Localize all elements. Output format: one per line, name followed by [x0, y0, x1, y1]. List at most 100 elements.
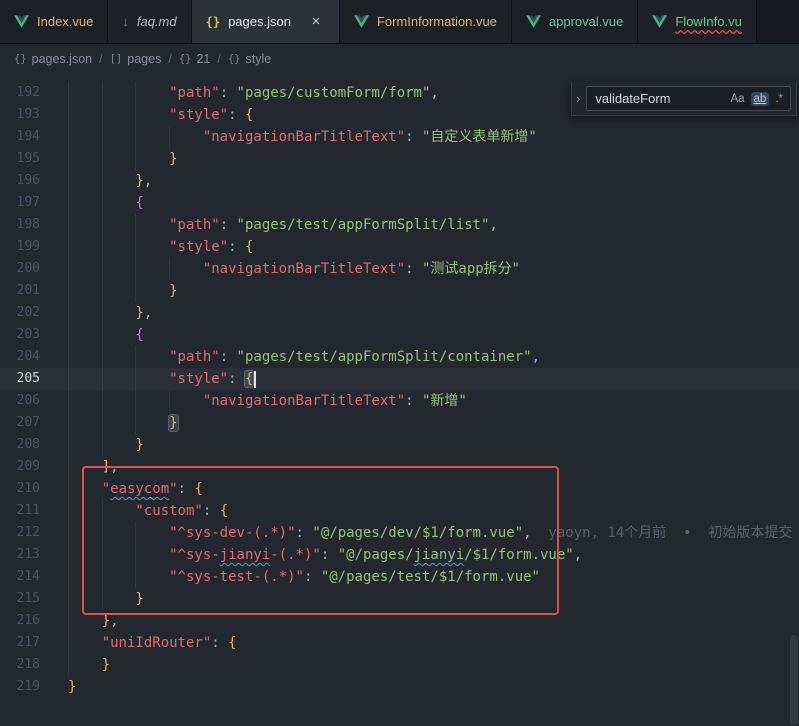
- code-line-213[interactable]: 213"^sys-jianyi-(.*)": "@/pages/jianyi/$…: [0, 544, 799, 566]
- indent-guide: [169, 390, 203, 412]
- code-token: "新增": [422, 393, 467, 409]
- line-number[interactable]: 210: [0, 478, 40, 500]
- tab-approval.vue[interactable]: approval.vue: [512, 0, 638, 43]
- find-query[interactable]: validateForm: [595, 91, 670, 106]
- line-number[interactable]: 195: [0, 148, 40, 170]
- line-number[interactable]: 194: [0, 126, 40, 148]
- code-token: :: [220, 85, 237, 101]
- code-line-212[interactable]: 212"^sys-dev-(.*)": "@/pages/dev/$1/form…: [0, 522, 799, 544]
- line-number[interactable]: 215: [0, 588, 40, 610]
- line-number[interactable]: 201: [0, 280, 40, 302]
- line-number[interactable]: 203: [0, 324, 40, 346]
- indent-guide: [135, 280, 169, 302]
- line-content: "uniIdRouter": {: [68, 632, 237, 654]
- tab-faq.md[interactable]: ↓faq.md: [108, 0, 191, 43]
- line-number[interactable]: 214: [0, 566, 40, 588]
- code-line-207[interactable]: 207}: [0, 412, 799, 434]
- code-token: ,: [489, 217, 497, 233]
- breadcrumb-separator: /: [168, 52, 171, 66]
- line-content: }: [68, 148, 178, 170]
- scrollbar-thumb[interactable]: [790, 635, 798, 726]
- code-token: ,: [523, 525, 531, 541]
- code-line-198[interactable]: 198"path": "pages/test/appFormSplit/list…: [0, 214, 799, 236]
- line-number[interactable]: 213: [0, 544, 40, 566]
- line-number[interactable]: 219: [0, 676, 40, 698]
- code-line-194[interactable]: 194"navigationBarTitleText": "自定义表单新增": [0, 126, 799, 148]
- line-number[interactable]: 218: [0, 654, 40, 676]
- line-number[interactable]: 197: [0, 192, 40, 214]
- line-number[interactable]: 212: [0, 522, 40, 544]
- code-line-215[interactable]: 215}: [0, 588, 799, 610]
- regex-toggle[interactable]: .*: [772, 92, 786, 106]
- line-number[interactable]: 205: [0, 368, 40, 390]
- scrollbar[interactable]: [789, 74, 799, 726]
- breadcrumb-item-style[interactable]: {}style: [228, 52, 271, 66]
- chevron-right-icon[interactable]: ›: [574, 91, 582, 106]
- code-line-211[interactable]: 211"custom": {: [0, 500, 799, 522]
- line-number[interactable]: 196: [0, 170, 40, 192]
- whole-word-toggle[interactable]: ab: [751, 92, 770, 106]
- match-case-toggle[interactable]: Aa: [727, 92, 747, 106]
- breadcrumb-item-pages[interactable]: []pages: [110, 52, 162, 66]
- breadcrumb-item-21[interactable]: {}21: [179, 52, 211, 66]
- code-line-197[interactable]: 197{: [0, 192, 799, 214]
- code-line-200[interactable]: 200 "navigationBarTitleText": "测试app拆分": [0, 258, 799, 280]
- tab-pages.json[interactable]: {}pages.json×: [192, 0, 340, 43]
- code-token: ,: [110, 613, 118, 629]
- indent-guide: [68, 390, 102, 412]
- code-token: ]: [102, 459, 110, 475]
- line-number[interactable]: 202: [0, 302, 40, 324]
- code-line-195[interactable]: 195}: [0, 148, 799, 170]
- code-token: "pages/customForm/form": [237, 85, 431, 101]
- code-line-204[interactable]: 204"path": "pages/test/appFormSplit/cont…: [0, 346, 799, 368]
- code-lines[interactable]: 192"path": "pages/customForm/form",193"s…: [0, 82, 799, 698]
- breadcrumb-item-pages.json[interactable]: {}pages.json: [14, 52, 92, 66]
- tab-FormInformation.vue[interactable]: FormInformation.vue: [340, 0, 512, 43]
- code-line-208[interactable]: 208}: [0, 434, 799, 456]
- code-line-219[interactable]: 219}: [0, 676, 799, 698]
- line-number[interactable]: 198: [0, 214, 40, 236]
- code-token: }: [169, 283, 177, 299]
- breadcrumb: {}pages.json/[]pages/{}21/{}style: [0, 44, 799, 74]
- tab-FlowInfo.vu[interactable]: FlowInfo.vu: [638, 0, 756, 43]
- line-number[interactable]: 209: [0, 456, 40, 478]
- line-number[interactable]: 192: [0, 82, 40, 104]
- code-line-205[interactable]: 205"style": {: [0, 368, 799, 390]
- line-number[interactable]: 211: [0, 500, 40, 522]
- line-number[interactable]: 206: [0, 390, 40, 412]
- indent-guide: [102, 258, 136, 280]
- code-token: :: [203, 503, 220, 519]
- line-number[interactable]: 193: [0, 104, 40, 126]
- line-number[interactable]: 207: [0, 412, 40, 434]
- line-number[interactable]: 208: [0, 434, 40, 456]
- line-content: "navigationBarTitleText": "测试app拆分": [68, 258, 520, 280]
- code-line-214[interactable]: 214"^sys-test-(.*)": "@/pages/test/$1/fo…: [0, 566, 799, 588]
- code-line-209[interactable]: 209],: [0, 456, 799, 478]
- code-line-206[interactable]: 206"navigationBarTitleText": "新增": [0, 390, 799, 412]
- indent-guide: [135, 544, 169, 566]
- line-number[interactable]: 199: [0, 236, 40, 258]
- code-line-218[interactable]: 218}: [0, 654, 799, 676]
- line-number[interactable]: 200: [0, 258, 40, 280]
- code-token: "@/pages/: [338, 547, 414, 563]
- code-line-217[interactable]: 217 "uniIdRouter": {: [0, 632, 799, 654]
- code-line-199[interactable]: 199"style": {: [0, 236, 799, 258]
- code-line-202[interactable]: 202},: [0, 302, 799, 324]
- code-token: }: [169, 151, 177, 167]
- indent-guide: [169, 258, 203, 280]
- code-token: "@/pages/test/$1/form.vue": [321, 569, 540, 585]
- line-number[interactable]: 216: [0, 610, 40, 632]
- code-line-203[interactable]: 203{: [0, 324, 799, 346]
- code-line-210[interactable]: 210"easycom": {: [0, 478, 799, 500]
- code-token: :: [220, 349, 237, 365]
- line-number[interactable]: 204: [0, 346, 40, 368]
- editor[interactable]: 192"path": "pages/customForm/form",193"s…: [0, 74, 799, 726]
- indent-guide: [68, 214, 102, 236]
- code-line-216[interactable]: 216},: [0, 610, 799, 632]
- find-input[interactable]: validateForm Aa ab .*: [586, 86, 791, 111]
- code-line-196[interactable]: 196},: [0, 170, 799, 192]
- code-line-201[interactable]: 201}: [0, 280, 799, 302]
- close-icon[interactable]: ×: [307, 13, 325, 31]
- tab-Index.vue[interactable]: Index.vue: [0, 0, 108, 43]
- line-number[interactable]: 217: [0, 632, 40, 654]
